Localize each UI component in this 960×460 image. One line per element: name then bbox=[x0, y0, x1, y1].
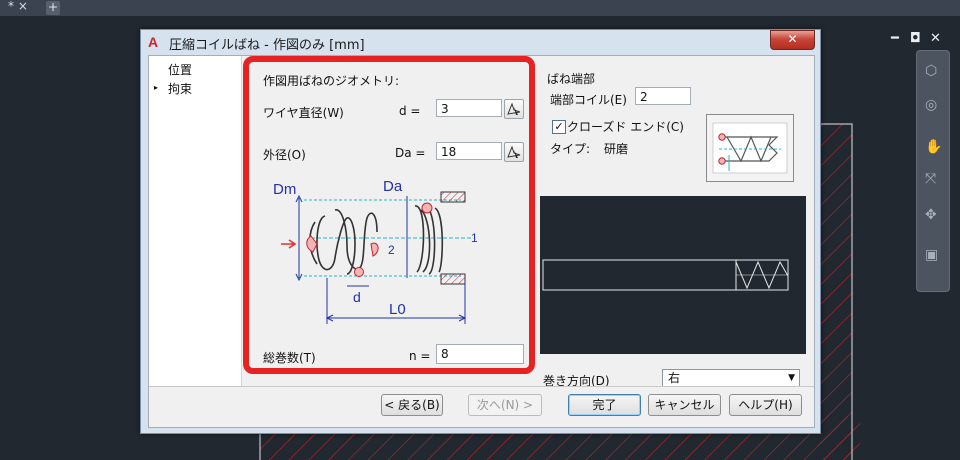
minimize-icon[interactable]: ━ bbox=[891, 31, 899, 46]
outer-diameter-input[interactable]: 18 bbox=[436, 142, 502, 160]
outer-diameter-label: 外径(O) bbox=[263, 148, 306, 162]
winding-direction-value: 右 bbox=[668, 371, 681, 385]
da-label: Da bbox=[383, 178, 403, 195]
document-tabbar: * × + bbox=[0, 0, 960, 16]
d-label: d bbox=[353, 289, 361, 305]
pan-icon[interactable]: ✋ bbox=[925, 139, 942, 155]
pick-point-icon[interactable] bbox=[504, 99, 524, 119]
button-separator bbox=[149, 386, 814, 387]
step-navigation: 位置 ▸ 拘束 bbox=[149, 56, 242, 386]
next-button[interactable]: 次へ(N) > bbox=[468, 394, 542, 416]
closed-end-checkbox[interactable]: ✓ bbox=[552, 120, 566, 134]
chevron-down-icon: ▼ bbox=[788, 373, 795, 383]
l0-label: L0 bbox=[389, 301, 406, 318]
end-type-preview bbox=[706, 114, 794, 182]
outer-diameter-symbol: Da = bbox=[395, 146, 426, 160]
end-coils-input[interactable]: 2 bbox=[635, 87, 691, 105]
nav-item-position[interactable]: 位置 bbox=[168, 61, 192, 78]
winding-direction-select[interactable]: 右 ▼ bbox=[662, 369, 800, 387]
spring-geometry-diagram: Dm Da d 2 1 L0 bbox=[273, 178, 478, 324]
wire-diameter-symbol: d = bbox=[399, 104, 421, 118]
dialog-close-button[interactable]: ✕ bbox=[770, 30, 815, 50]
showmotion-icon[interactable]: ▣ bbox=[925, 247, 938, 263]
closed-end-label: クローズド エンド(C) bbox=[567, 120, 684, 134]
dialog-title: 圧縮コイルばね - 作図のみ [mm] bbox=[169, 38, 365, 53]
hatch-area bbox=[818, 124, 852, 460]
back-button[interactable]: < 戻る(B) bbox=[381, 394, 443, 416]
selected-marker-icon: ▸ bbox=[154, 83, 159, 92]
zoom-icon[interactable]: ⤧ bbox=[925, 171, 936, 187]
navigation-bar: ⬡ ◎ ✋ ⤧ ✥ ▣ bbox=[916, 50, 950, 292]
total-turns-symbol: n = bbox=[409, 349, 431, 363]
reference-2-label: 2 bbox=[388, 243, 395, 257]
spring-geometry-panel: 作図用ばねのジオメトリ: ワイヤ直径(W) d = 3 外径(O) Da = 1… bbox=[243, 56, 535, 374]
restore-icon[interactable]: ◘ bbox=[910, 31, 921, 46]
total-turns-input[interactable]: 8 bbox=[436, 344, 524, 364]
spring-end-group-label: ばね端部 bbox=[547, 72, 596, 86]
total-turns-label: 総巻数(T) bbox=[263, 351, 316, 365]
wire-diameter-input[interactable]: 3 bbox=[436, 99, 502, 117]
type-label: タイプ: bbox=[550, 142, 591, 156]
tab-close-icon[interactable]: * × bbox=[8, 0, 28, 13]
end-coils-label: 端部コイル(E) bbox=[550, 93, 627, 107]
spring-side-preview bbox=[540, 196, 806, 354]
pick-point-icon[interactable] bbox=[504, 142, 524, 162]
close-icon[interactable]: ✕ bbox=[930, 31, 941, 46]
dialog-titlebar[interactable]: A 圧縮コイルばね - 作図のみ [mm] ✕ bbox=[141, 30, 820, 54]
viewcube-icon[interactable]: ⬡ bbox=[925, 63, 937, 79]
orbit-icon[interactable]: ✥ bbox=[925, 207, 937, 223]
help-button[interactable]: ヘルプ(H) bbox=[729, 394, 802, 416]
dm-label: Dm bbox=[273, 181, 296, 198]
reference-1-label: 1 bbox=[471, 231, 478, 245]
steering-wheel-icon[interactable]: ◎ bbox=[925, 97, 937, 113]
geometry-heading: 作図用ばねのジオメトリ: bbox=[263, 74, 400, 88]
autocad-logo-icon: A bbox=[148, 34, 159, 50]
nav-item-constraint[interactable]: 拘束 bbox=[168, 80, 192, 97]
cancel-button[interactable]: キャンセル bbox=[648, 394, 721, 416]
finish-button[interactable]: 完了 bbox=[568, 394, 641, 416]
type-value: 研磨 bbox=[604, 142, 629, 156]
wire-diameter-label: ワイヤ直径(W) bbox=[263, 106, 344, 120]
add-tab-icon[interactable]: + bbox=[46, 1, 60, 15]
